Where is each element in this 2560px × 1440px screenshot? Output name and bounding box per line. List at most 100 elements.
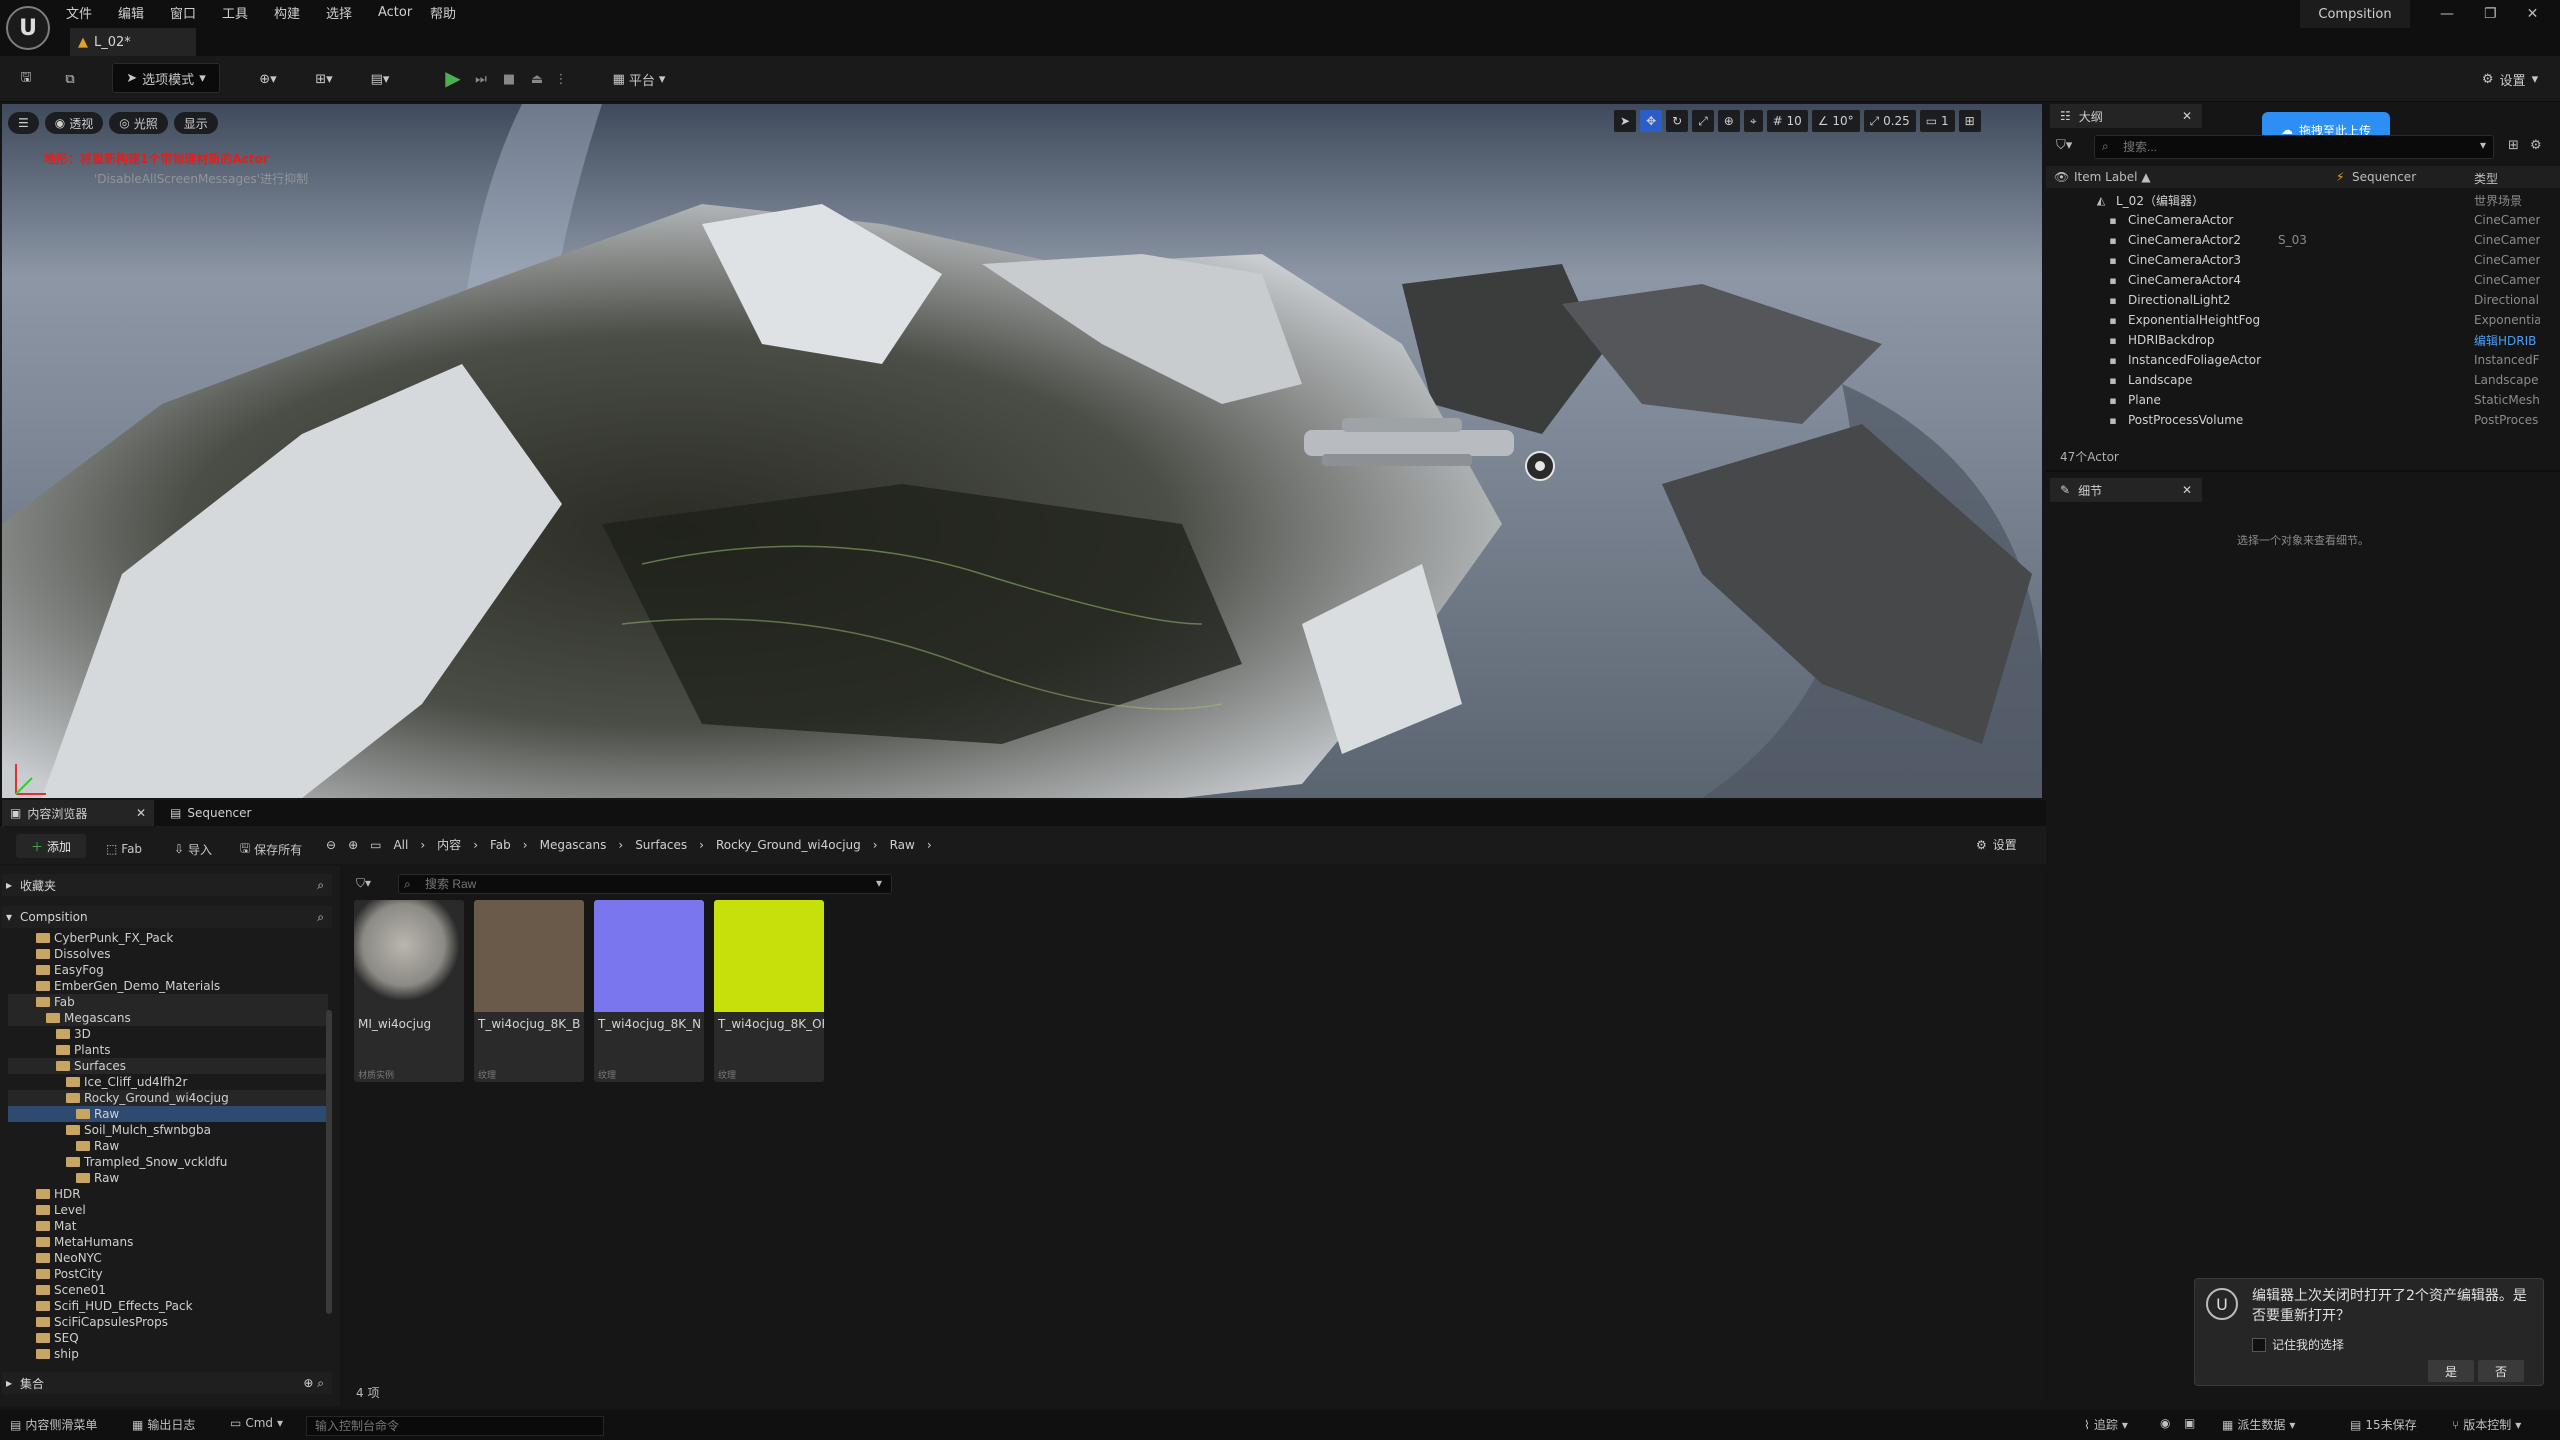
source-control-button[interactable]: ⑂ 版本控制 ▾ (2452, 1416, 2521, 1433)
outliner-row[interactable]: ▪ CineCameraActor4 CineCamera (2046, 270, 2546, 290)
add-collection-icon[interactable]: ⊕ ⌕ (303, 1376, 324, 1391)
history-back-icon[interactable]: ⊖ (326, 838, 336, 852)
folder-tree-item[interactable]: Scifi_HUD_Effects_Pack (8, 1298, 328, 1314)
add-actor-icon[interactable]: ⊕▾ (250, 64, 286, 94)
folder-tree-item[interactable]: Scene01 (8, 1282, 328, 1298)
platform-button[interactable]: ▦ 平台 ▾ (604, 64, 674, 94)
outliner-row[interactable]: ▪ PostProcessVolume PostProces (2046, 410, 2546, 430)
step-icon[interactable]: ⏭ (470, 64, 492, 94)
outliner-row[interactable]: ▪ Landscape Landscape (2046, 370, 2546, 390)
folder-tree-item[interactable]: Mat (8, 1218, 328, 1234)
view-lit-button[interactable]: ◎ 光照 (109, 112, 168, 134)
level-viewport[interactable] (2, 104, 2042, 798)
tab-sequencer[interactable]: ▤ Sequencer (170, 800, 251, 826)
chevron-down-icon[interactable]: ▾ (2480, 138, 2486, 152)
content-icon[interactable]: ⧉ (58, 64, 82, 94)
maximize-icon[interactable]: ❐ (2484, 6, 2497, 22)
cinematics-icon[interactable]: ▤▾ (362, 64, 398, 94)
outliner-row[interactable]: ▪ ExponentialHeightFog Exponential (2046, 310, 2546, 330)
trace-button[interactable]: ⌇ 追踪 ▾ (2084, 1416, 2128, 1433)
menu-item[interactable]: 编辑 (118, 1, 170, 22)
chevron-right-icon[interactable]: › (618, 838, 623, 852)
folder-tree-item[interactable]: Raw (8, 1106, 328, 1122)
folder-tree-item[interactable]: Level (8, 1202, 328, 1218)
filter-icon[interactable]: ⛉▾ (356, 876, 371, 891)
translate-tool-icon[interactable]: ✥ (1640, 110, 1663, 132)
unsaved-button[interactable]: ▤ 15未保存 (2350, 1416, 2417, 1433)
folder-tree-item[interactable]: PostCity (8, 1266, 328, 1282)
folder-tree-item[interactable]: Dissolves (8, 946, 328, 962)
folder-tree-item[interactable]: ship (8, 1346, 328, 1362)
folder-tree-item[interactable]: 3D (8, 1026, 328, 1042)
folder-tree-item[interactable]: Plants (8, 1042, 328, 1058)
folder-tree-item[interactable]: Ice_Cliff_ud4lfh2r (8, 1074, 328, 1090)
close-icon[interactable]: ✕ (2182, 109, 2192, 123)
close-icon[interactable]: ✕ (2182, 483, 2192, 497)
content-settings-button[interactable]: ⚙ 设置 (1976, 836, 2017, 853)
menu-item[interactable]: 文件 (66, 1, 118, 22)
chevron-right-icon[interactable]: › (473, 838, 478, 852)
surface-snap-icon[interactable]: ⌖ (1743, 110, 1763, 132)
folder-tree-item[interactable]: SciFiCapsulesProps (8, 1314, 328, 1330)
folder-tree-item[interactable]: Soil_Mulch_sfwnbgba (8, 1122, 328, 1138)
chevron-right-icon[interactable]: › (699, 838, 704, 852)
save-icon[interactable]: 🖫 (14, 64, 38, 94)
tab-content-browser[interactable]: ▣ 内容浏览器 ✕ (2, 800, 154, 826)
favorites-section[interactable]: ▸ 收藏夹 ⌕ (2, 874, 332, 896)
view-show-button[interactable]: 显示 (173, 112, 218, 134)
rotate-tool-icon[interactable]: ↻ (1666, 110, 1689, 132)
folder-tree-item[interactable]: Surfaces (8, 1058, 328, 1074)
tab-details[interactable]: ✎ 细节 ✕ (2050, 478, 2202, 502)
tree-scrollbar[interactable] (326, 1010, 332, 1314)
breadcrumb-item[interactable]: Surfaces (635, 838, 687, 852)
asset-tile[interactable]: T_wi4ocjug_8K_B 纹理 (474, 900, 584, 1082)
outliner-row[interactable]: ▪ CineCameraActor CineCamera (2046, 210, 2546, 230)
folder-tree-item[interactable]: EasyFog (8, 962, 328, 978)
folder-tree-item[interactable]: CyberPunk_FX_Pack (8, 930, 328, 946)
breadcrumb-item[interactable]: 内容 (437, 836, 461, 853)
folder-tree-item[interactable]: Megascans (8, 1010, 328, 1026)
scale-tool-icon[interactable]: ⤢ (1692, 110, 1714, 132)
folder-tree-item[interactable]: Raw (8, 1138, 328, 1154)
folder-tree-item[interactable]: Rocky_Ground_wi4ocjug (8, 1090, 328, 1106)
world-space-icon[interactable]: ⊕ (1717, 110, 1740, 132)
folder-tree-item[interactable]: MetaHumans (8, 1234, 328, 1250)
menu-item[interactable]: 帮助 (430, 1, 482, 22)
column-type[interactable]: 类型 (2474, 170, 2498, 187)
record-icon[interactable]: ◉ (2160, 1416, 2170, 1430)
outliner-row[interactable]: ◭ L_02（编辑器） 世界场景 (2046, 190, 2546, 210)
outliner-row[interactable]: ▪ CineCameraActor3 CineCamera (2046, 250, 2546, 270)
outliner-row[interactable]: ▪ Plane StaticMesh (2046, 390, 2546, 410)
asset-tile[interactable]: T_wi4ocjug_8K_ORM 纹理 (714, 900, 824, 1082)
no-button[interactable]: 否 (2478, 1360, 2524, 1382)
outliner-row[interactable]: ▪ DirectionalLight2 DirectionalL (2046, 290, 2546, 310)
breadcrumb-item[interactable]: Raw (890, 838, 915, 852)
tab-outliner[interactable]: ☷ 大纲 ✕ (2050, 104, 2202, 128)
outliner-row[interactable]: ▪ HDRIBackdrop 编辑HDRIB (2046, 330, 2546, 350)
mode-select-button[interactable]: ➤ 选项模式 ▾ (112, 63, 220, 93)
chevron-right-icon[interactable]: › (523, 838, 528, 852)
chevron-right-icon[interactable]: › (420, 838, 425, 852)
project-section[interactable]: ▾ Compsition ⌕ (2, 906, 332, 928)
outliner-row[interactable]: ▪ CineCameraActor2 S_03 CineCamera (2046, 230, 2546, 250)
breadcrumb-item[interactable]: Rocky_Ground_wi4ocjug (716, 838, 861, 852)
console-input[interactable] (306, 1416, 604, 1436)
asset-tile[interactable]: T_wi4ocjug_8K_N 纹理 (594, 900, 704, 1082)
save-all-button[interactable]: 🖫 保存所有 (234, 834, 308, 864)
settings-button[interactable]: ⚙ 设置 ▾ (2470, 64, 2550, 94)
scale-snap-button[interactable]: ⤢ 0.25 (1863, 110, 1916, 132)
output-log-button[interactable]: ▦ 输出日志 (132, 1416, 195, 1433)
chevron-down-icon[interactable]: ▾ (876, 876, 882, 890)
close-icon[interactable]: ✕ (2527, 6, 2539, 22)
grid-snap-button[interactable]: # 10 (1766, 110, 1808, 132)
content-drawer-button[interactable]: ▤ 内容侧滑菜单 (10, 1416, 97, 1433)
asset-tile[interactable]: MI_wi4ocjug 材质实例 (354, 900, 464, 1082)
add-folder-icon[interactable]: ⊞ (2508, 138, 2519, 153)
breadcrumb-item[interactable]: All (393, 838, 408, 852)
add-button[interactable]: ＋ 添加 (16, 834, 86, 858)
stop-icon[interactable]: ■ (498, 64, 520, 94)
derived-data-button[interactable]: ▦ 派生数据 ▾ (2222, 1416, 2295, 1433)
more-options-icon[interactable]: ⋮ (554, 64, 568, 94)
folder-tree-item[interactable]: NeoNYC (8, 1250, 328, 1266)
menu-item[interactable]: 窗口 (170, 1, 222, 22)
